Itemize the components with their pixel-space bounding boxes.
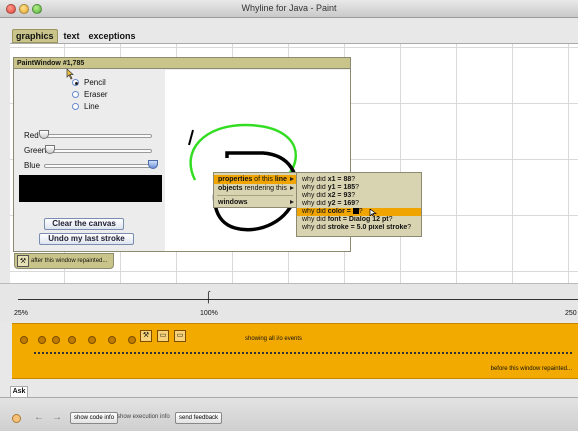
- repaint-event[interactable]: ⚒ after this window repainted...: [14, 253, 114, 269]
- color-preview: [19, 175, 162, 202]
- clear-canvas-button[interactable]: Clear the canvas: [44, 218, 124, 230]
- menu-item-properties[interactable]: properties of this line: [214, 175, 296, 184]
- question-y2[interactable]: why did y2 = 169?: [297, 200, 421, 208]
- radio-pencil[interactable]: [72, 79, 79, 86]
- question-stroke[interactable]: why did stroke = 5.0 pixel stroke?: [297, 224, 421, 232]
- radio-line[interactable]: [72, 103, 79, 110]
- mouse-event-icon[interactable]: [128, 336, 136, 344]
- red-slider-label: Red: [24, 131, 39, 140]
- blue-slider-label: Blue: [24, 161, 41, 170]
- zoom-timeline[interactable]: ⌠ 25% 100% 250: [0, 283, 578, 321]
- title-bar: Whyline for Java - Paint: [0, 0, 578, 18]
- back-arrow-icon[interactable]: ←: [34, 412, 44, 423]
- io-events-strip[interactable]: ⚒ ▭ ▭ showing all i/o events before this…: [12, 323, 578, 379]
- question-icon[interactable]: [12, 414, 21, 423]
- forward-arrow-icon[interactable]: →: [52, 412, 62, 423]
- zoom-right-label: 250: [565, 310, 577, 317]
- tool-pencil-label: Pencil: [84, 78, 106, 87]
- mouse-event-icon[interactable]: [52, 336, 60, 344]
- mouse-event-icon[interactable]: [38, 336, 46, 344]
- submenu-arrow-icon: [290, 186, 294, 190]
- event-timeline-dots[interactable]: [34, 352, 574, 354]
- undo-stroke-button[interactable]: Undo my last stroke: [39, 233, 134, 245]
- before-repaint-label: before this window repainted...: [490, 366, 572, 372]
- green-slider-label: Green: [24, 146, 47, 155]
- green-slider[interactable]: [46, 149, 152, 153]
- mouse-event-icon[interactable]: [108, 336, 116, 344]
- mouse-event-icon[interactable]: [68, 336, 76, 344]
- tool-line[interactable]: Line: [72, 102, 99, 111]
- zoom-mid-label: 100%: [200, 310, 218, 317]
- timeline-track[interactable]: [18, 299, 578, 300]
- question-x1[interactable]: why did x1 = 88?: [297, 176, 421, 184]
- context-menu[interactable]: properties of this line objects renderin…: [213, 172, 297, 208]
- tool-pencil[interactable]: Pencil: [72, 78, 106, 87]
- question-color[interactable]: why did color = ?: [297, 208, 421, 216]
- paint-window-title: PaintWindow #1,785: [14, 58, 350, 69]
- ask-toolbar: ← → show code info show execution info s…: [0, 397, 578, 431]
- question-font[interactable]: why did font = Dialog 12 pt?: [297, 216, 421, 224]
- submenu-arrow-icon: [290, 177, 294, 181]
- mouse-event-icon[interactable]: [20, 336, 28, 344]
- black-mark: [188, 129, 194, 146]
- showing-events-label: showing all i/o events: [245, 336, 303, 342]
- tool-eraser-label: Eraser: [84, 90, 108, 99]
- send-feedback-button[interactable]: send feedback: [175, 412, 223, 424]
- tool-eraser[interactable]: Eraser: [72, 90, 108, 99]
- red-slider[interactable]: [40, 134, 152, 138]
- hammer-event-icon[interactable]: ⚒: [140, 330, 152, 342]
- mouse-event-icon[interactable]: [88, 336, 96, 344]
- tab-ask[interactable]: Ask: [10, 386, 28, 397]
- tool-line-label: Line: [84, 102, 100, 111]
- tab-exceptions[interactable]: exceptions: [86, 30, 139, 42]
- show-execution-info-label[interactable]: show execution info: [117, 414, 170, 420]
- blue-slider-thumb[interactable]: [148, 160, 158, 169]
- window-event-icon[interactable]: ▭: [174, 330, 186, 342]
- menu-item-windows[interactable]: windows: [214, 198, 296, 207]
- window-event-icon[interactable]: ▭: [157, 330, 169, 342]
- show-code-info-button[interactable]: show code info: [70, 412, 119, 424]
- view-tabs: graphics text exceptions: [12, 29, 142, 43]
- radio-eraser[interactable]: [72, 91, 79, 98]
- window-title: Whyline for Java - Paint: [241, 3, 337, 13]
- question-x2[interactable]: why did x2 = 93?: [297, 192, 421, 200]
- submenu-arrow-icon: [290, 200, 294, 204]
- repaint-label: after this window repainted...: [31, 258, 108, 264]
- tab-graphics[interactable]: graphics: [12, 29, 58, 43]
- hammer-icon: ⚒: [17, 255, 29, 267]
- properties-submenu[interactable]: why did x1 = 88? why did y1 = 185? why d…: [296, 172, 422, 237]
- question-y1[interactable]: why did y1 = 185?: [297, 184, 421, 192]
- tab-text[interactable]: text: [61, 30, 83, 42]
- cursor-arrow-icon: [369, 209, 377, 216]
- timeline-knob[interactable]: ⌠: [205, 291, 212, 303]
- menu-item-objects[interactable]: objects rendering this: [214, 184, 296, 193]
- zoom-left-label: 25%: [14, 310, 29, 317]
- menu-divider: [217, 195, 293, 196]
- blue-slider[interactable]: [44, 164, 156, 168]
